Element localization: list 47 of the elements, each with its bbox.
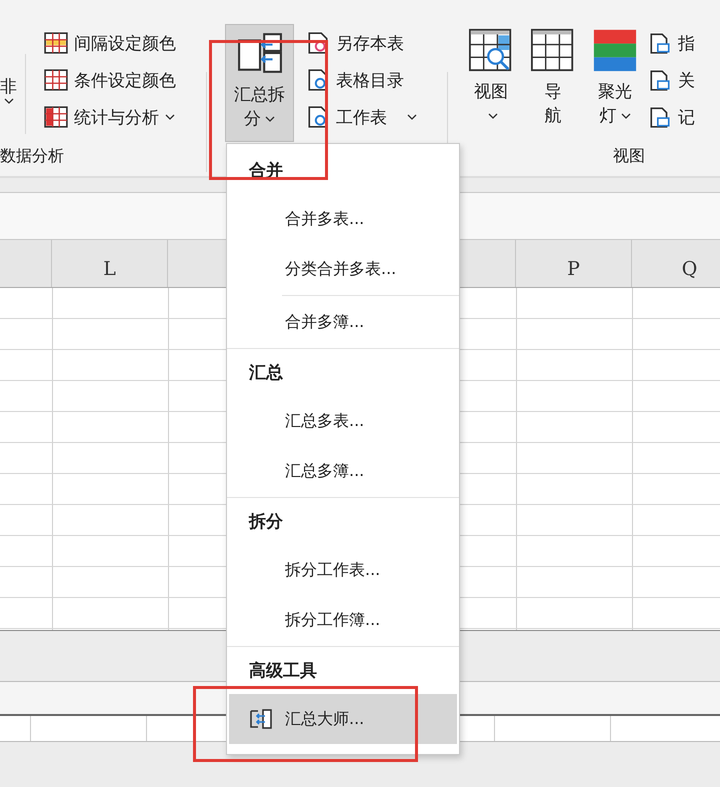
ribbon-button[interactable]: 条件设定颜色 (44, 64, 176, 96)
ribbon-button[interactable]: 关 (648, 64, 695, 96)
caret-icon (4, 98, 14, 104)
column-header[interactable]: L (52, 240, 168, 287)
menu-section-title: 汇总 (248, 362, 284, 385)
menu-section-title: 高级工具 (248, 660, 318, 683)
merge-icon (249, 708, 273, 730)
menu-item[interactable]: 拆分工作簿... (229, 595, 457, 645)
menu-item[interactable]: 拆分工作表... (229, 545, 457, 595)
caret-icon (488, 113, 498, 120)
table-icon (44, 69, 68, 91)
group-label: 数据分析 (0, 146, 64, 167)
menu-item[interactable]: 分类合并多表... (229, 244, 457, 294)
ribbon-button[interactable]: 记 (648, 101, 695, 133)
menu-section-title: 拆分 (248, 511, 284, 534)
caret-icon (265, 116, 275, 122)
color-bands-icon (592, 28, 638, 72)
ribbon-button[interactable]: 导航 (526, 24, 580, 142)
menu-item[interactable]: 汇总大师... (229, 694, 457, 744)
caret-icon (620, 113, 630, 120)
menu-item[interactable]: 合并多表... (229, 194, 457, 244)
caret-icon (407, 114, 417, 120)
table-icon (44, 106, 68, 128)
table-icon (530, 28, 576, 72)
menu-item[interactable]: 汇总多簿... (229, 446, 457, 496)
document-icon (648, 69, 672, 91)
ribbon-button[interactable]: 间隔设定颜色 (44, 27, 176, 59)
summary-split-button[interactable]: 汇总拆分 (225, 24, 294, 142)
table-icon (44, 32, 68, 54)
caret-icon (165, 114, 175, 120)
document-icon (648, 106, 672, 128)
ribbon-button[interactable]: 表格目录 (306, 64, 417, 96)
table-search-icon (468, 28, 514, 72)
menu-item[interactable]: 汇总多表... (229, 396, 457, 446)
ribbon-button[interactable]: 视图 (464, 24, 518, 142)
ribbon-button[interactable]: 工作表 (306, 101, 417, 133)
group-label: 视图 (613, 146, 645, 167)
column-header[interactable]: Q (632, 240, 720, 287)
ribbon-button[interactable]: 统计与分析 (44, 101, 176, 133)
menu-item[interactable]: 合并多簿... (229, 297, 457, 347)
ribbon-button[interactable]: 指 (648, 27, 695, 59)
split-merge-icon (236, 31, 282, 75)
ribbon-button[interactable]: 另存本表 (306, 27, 417, 59)
column-header[interactable]: P (516, 240, 632, 287)
ribbon-button[interactable]: 非 (0, 24, 17, 136)
document-icon (648, 32, 672, 54)
ribbon-button[interactable]: 聚光灯 (588, 24, 642, 142)
